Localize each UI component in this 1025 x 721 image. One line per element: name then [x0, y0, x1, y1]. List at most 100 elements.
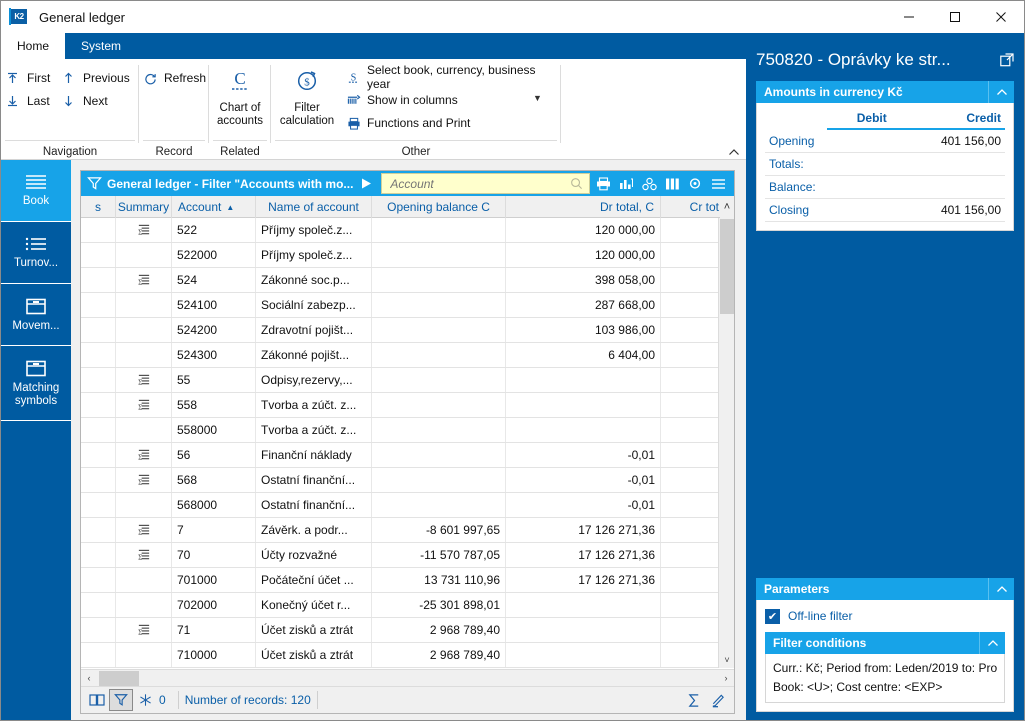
sigma-icon[interactable] [682, 689, 706, 711]
table-row[interactable]: Σ 558 Tvorba a zúčt. z... [81, 393, 734, 418]
table-row[interactable]: 710000 Účet zisků a ztrát 2 968 789,40 [81, 643, 734, 668]
maximize-button[interactable] [932, 1, 978, 33]
table-row[interactable]: Σ 56 Finanční náklady -0,01 [81, 443, 734, 468]
chevron-up-icon[interactable] [979, 632, 1005, 654]
table-row[interactable]: Σ 524 Zákonné soc.p... 398 058,00 [81, 268, 734, 293]
column-header-summary[interactable]: Summary [116, 196, 172, 218]
command-show-in-columns[interactable]: Show in columns [347, 89, 552, 111]
scroll-down-button[interactable]: ˅ [719, 652, 735, 668]
table-row[interactable]: 524300 Zákonné pojišt... 6 404,00 [81, 343, 734, 368]
sidebar-item-turnovers[interactable]: Turnov... [1, 222, 71, 284]
snowflake-icon[interactable] [133, 689, 157, 711]
table-row[interactable]: 524200 Zdravotní pojišt... 103 986,00 [81, 318, 734, 343]
command-last[interactable]: Last [7, 90, 65, 112]
command-select-book[interactable]: S Select book, currency, business year [347, 63, 552, 91]
columns-icon[interactable] [661, 173, 684, 194]
chevron-up-icon[interactable] [988, 81, 1014, 103]
table-row[interactable]: 701000 Počáteční účet ... 13 731 110,96 17 … [81, 568, 734, 593]
scrollbar-thumb[interactable] [720, 219, 734, 314]
other-group-dropdown[interactable]: ▼ [533, 93, 542, 103]
table-row[interactable]: 524100 Sociální zabezp... 287 668,00 [81, 293, 734, 318]
cell-cr-total [661, 618, 726, 642]
grid-horizontal-scrollbar[interactable]: ‹ › [81, 669, 734, 686]
column-header-opening-balance[interactable]: Opening balance C [372, 196, 506, 218]
table-row[interactable]: Σ 71 Účet zisků a ztrát 2 968 789,40 [81, 618, 734, 643]
close-button[interactable] [978, 1, 1024, 33]
play-icon[interactable] [353, 177, 379, 190]
gear-icon[interactable] [684, 173, 707, 194]
ribbon-collapse-button[interactable] [728, 148, 740, 157]
cell-opening-balance [372, 218, 506, 242]
cell-name-of-account: Účty rozvažné [256, 543, 372, 567]
table-row[interactable]: 702000 Konečný účet r... -25 301 898,01 [81, 593, 734, 618]
printer-icon[interactable] [592, 173, 615, 194]
grid-vertical-scrollbar[interactable]: ˅ [718, 218, 734, 668]
command-previous[interactable]: Previous [63, 67, 135, 89]
funnel-icon[interactable] [81, 176, 107, 191]
cell-dr-total: -0,01 [506, 468, 661, 492]
sidebar-item-book[interactable]: Book [1, 160, 71, 222]
column-header-account[interactable]: Account ▲ [172, 196, 256, 218]
filter-conditions-header[interactable]: Filter conditions [765, 632, 1005, 654]
cell-opening-balance: -11 570 787,05 [372, 543, 506, 567]
amounts-row-label: Closing [765, 198, 827, 222]
sidebar-item-movements[interactable]: Movem... [1, 284, 71, 346]
tab-system[interactable]: System [65, 33, 137, 59]
table-row[interactable]: Σ 55 Odpisy,rezervy,... [81, 368, 734, 393]
table-row[interactable]: 558000 Tvorba a zúčt. z... [81, 418, 734, 443]
bar-chart-icon[interactable] [615, 173, 638, 194]
offline-filter-checkbox[interactable]: ✔ [765, 608, 780, 624]
table-row[interactable]: 568000 Ostatní finanční... -0,01 [81, 493, 734, 518]
arrow-down-bar-icon [7, 95, 27, 107]
command-filter-calculation[interactable]: $ Filter calculation [271, 62, 343, 128]
cell-dr-total [506, 368, 661, 392]
tab-home[interactable]: Home [1, 33, 66, 59]
amounts-section-header[interactable]: Amounts in currency Kč [756, 81, 1014, 103]
command-functions-print-label: Functions and Print [367, 116, 471, 130]
book-icon[interactable] [85, 689, 109, 711]
movement-box-icon [25, 297, 47, 316]
table-row[interactable]: Σ 7 Závěrk. a podr... -8 601 997,65 17 126 2… [81, 518, 734, 543]
scroll-left-button[interactable]: ‹ [81, 670, 97, 686]
table-row[interactable]: Σ 522 Příjmy společ.z... 120 000,00 [81, 218, 734, 243]
scroll-right-button[interactable]: › [718, 670, 734, 686]
table-row[interactable]: 522000 Příjmy společ.z... 120 000,00 [81, 243, 734, 268]
cell-dr-total: 287 668,00 [506, 293, 661, 317]
sum-icon: Σ [116, 443, 172, 467]
command-first[interactable]: First [7, 67, 65, 89]
command-functions-and-print[interactable]: Functions and Print [347, 112, 552, 134]
table-row[interactable]: Σ 568 Ostatní finanční... -0,01 [81, 468, 734, 493]
hscroll-thumb[interactable] [99, 670, 139, 686]
column-header-dr-total[interactable]: Dr total, C [506, 196, 661, 218]
command-refresh[interactable]: Refresh [144, 67, 206, 89]
ribbon-tabs: Home System [1, 33, 137, 59]
filter-conditions-section: Filter conditions Curr.: Kč; Period from… [765, 632, 1005, 703]
pivot-cube-icon[interactable] [638, 173, 661, 194]
column-header-name-of-account[interactable]: Name of account [256, 196, 372, 218]
parameters-section-header[interactable]: Parameters [756, 578, 1014, 600]
command-chart-of-accounts[interactable]: C Chart of accounts [209, 62, 271, 128]
command-select-book-label: Select book, currency, business year [367, 63, 536, 91]
funnel-icon[interactable] [109, 689, 133, 711]
grid-header-collapse-button[interactable]: ˄ [720, 196, 734, 218]
cell-select [81, 568, 116, 592]
hamburger-menu-icon[interactable] [707, 173, 730, 194]
pencil-icon[interactable] [706, 689, 730, 711]
cell-cr-total [661, 318, 726, 342]
hscroll-track[interactable] [97, 670, 718, 686]
command-next[interactable]: Next [63, 90, 135, 112]
cell-summary [116, 593, 172, 617]
open-external-icon[interactable] [1000, 53, 1014, 67]
search-box[interactable] [381, 173, 590, 194]
sidebar-item-matching-symbols[interactable]: Matching symbols [1, 346, 71, 421]
amounts-table: Debit Credit Opening 401 156,00 Totals: Bal… [765, 109, 1005, 222]
column-header-s[interactable]: s [81, 196, 116, 218]
table-row[interactable]: Σ 70 Účty rozvažné -11 570 787,05 17 126 271… [81, 543, 734, 568]
search-input[interactable] [388, 175, 583, 192]
column-header-cr-total[interactable]: Cr tot [661, 196, 726, 218]
chevron-up-icon[interactable] [988, 578, 1014, 600]
offline-filter-row[interactable]: ✔ Off-line filter [765, 606, 1005, 626]
cell-name-of-account: Zákonné soc.p... [256, 268, 372, 292]
minimize-button[interactable] [886, 1, 932, 33]
sum-icon: Σ [116, 368, 172, 392]
